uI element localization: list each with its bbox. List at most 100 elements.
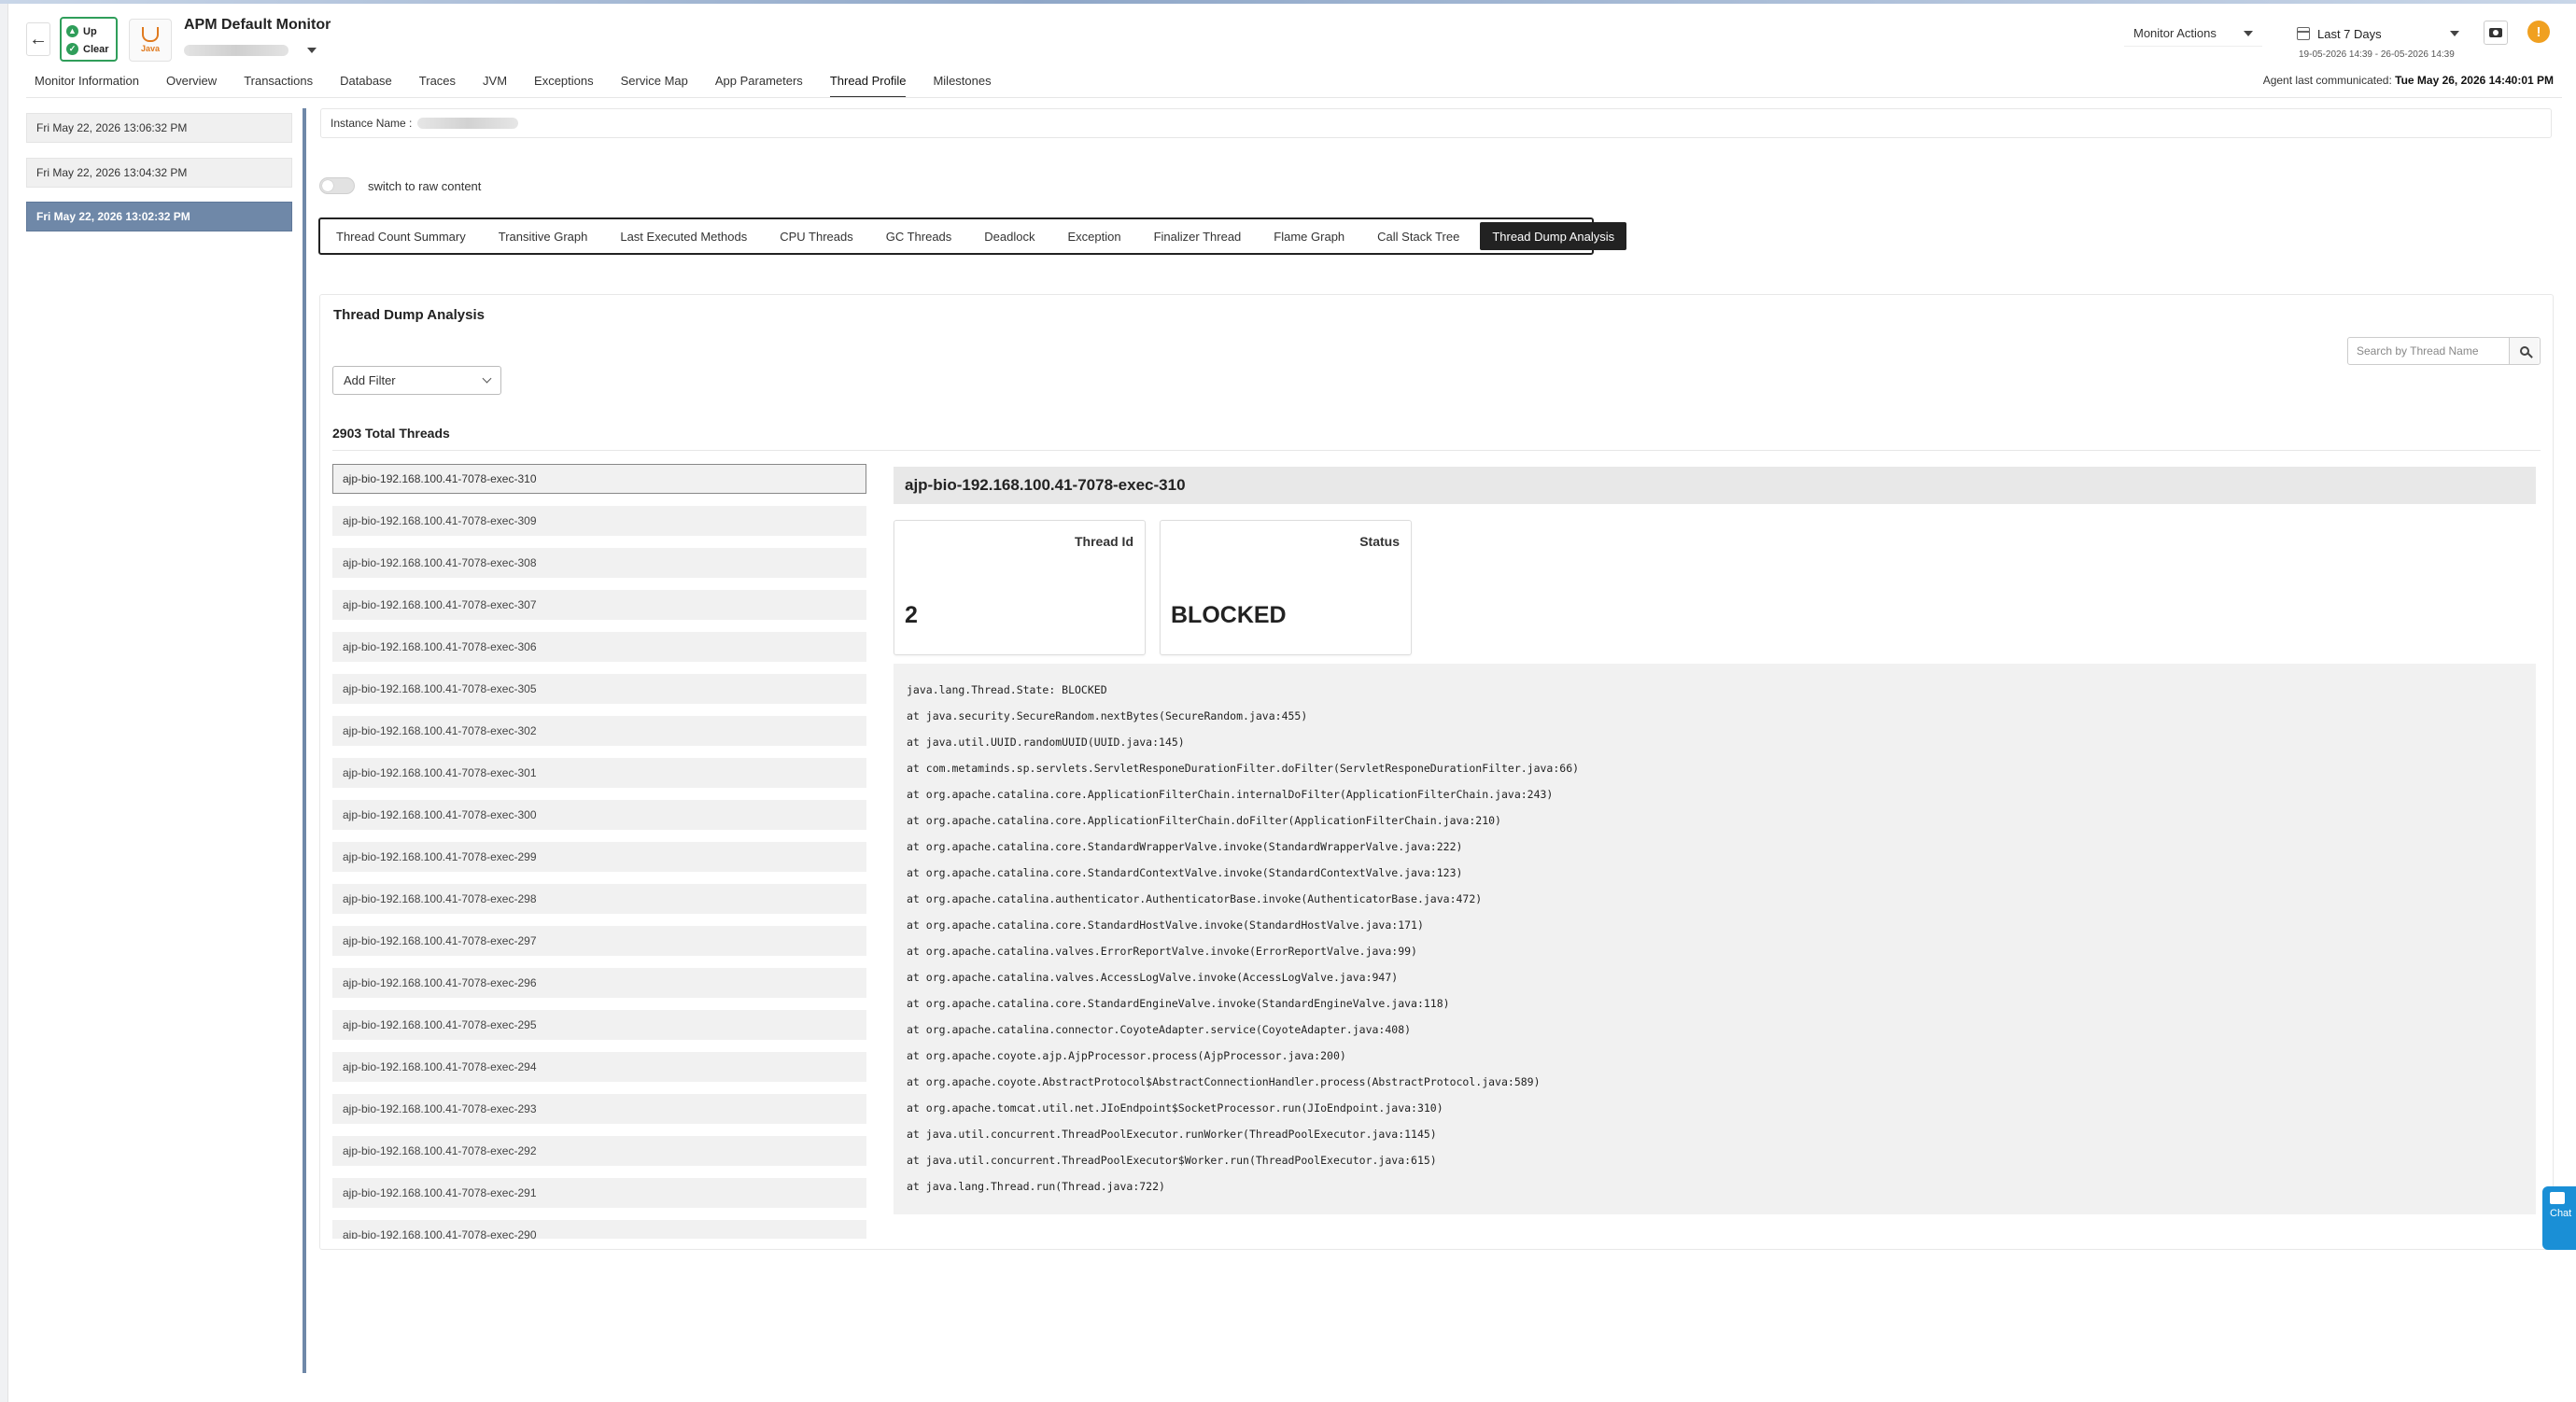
- stack-trace-line: at org.apache.catalina.authenticator.Aut…: [907, 892, 1483, 905]
- agent-last-communicated: Agent last communicated: Tue May 26, 202…: [2263, 74, 2554, 87]
- stack-trace-line: at org.apache.catalina.core.StandardWrap…: [907, 840, 1463, 853]
- nav-tab-overview[interactable]: Overview: [166, 72, 217, 98]
- status-card: Status BLOCKED: [1160, 520, 1412, 655]
- dump-item[interactable]: Fri May 22, 2026 13:04:32 PM: [26, 158, 292, 188]
- subtab-cpu-threads[interactable]: CPU Threads: [767, 222, 866, 250]
- stack-trace-line: at org.apache.tomcat.util.net.JIoEndpoin…: [907, 1101, 1443, 1115]
- subtab-call-stack-tree[interactable]: Call Stack Tree: [1365, 222, 1471, 250]
- search-button[interactable]: [2509, 338, 2539, 364]
- thread-list-item[interactable]: ajp-bio-192.168.100.41-7078-exec-300: [332, 800, 866, 830]
- status-clear-label: Clear: [83, 43, 109, 55]
- thread-list-item[interactable]: ajp-bio-192.168.100.41-7078-exec-310: [332, 464, 866, 494]
- nav-tab-transactions[interactable]: Transactions: [244, 72, 313, 98]
- raw-content-label: switch to raw content: [368, 178, 482, 193]
- subtab-last-executed-methods[interactable]: Last Executed Methods: [608, 222, 759, 250]
- thread-list-item[interactable]: ajp-bio-192.168.100.41-7078-exec-308: [332, 548, 866, 578]
- stack-trace-line: java.lang.Thread.State: BLOCKED: [907, 683, 1107, 696]
- nav-tab-traces[interactable]: Traces: [419, 72, 456, 98]
- raw-content-toggle-row: switch to raw content: [319, 177, 481, 194]
- java-logo: Java: [129, 19, 172, 62]
- thread-list-item[interactable]: ajp-bio-192.168.100.41-7078-exec-306: [332, 632, 866, 662]
- raw-content-toggle[interactable]: [319, 177, 355, 194]
- status-value: BLOCKED: [1171, 602, 1287, 628]
- thread-list-item[interactable]: ajp-bio-192.168.100.41-7078-exec-290: [332, 1220, 866, 1239]
- chat-widget[interactable]: Chat: [2542, 1186, 2576, 1250]
- thread-list-item[interactable]: ajp-bio-192.168.100.41-7078-exec-307: [332, 590, 866, 620]
- thread-search: [2347, 337, 2541, 365]
- check-icon: ✓: [66, 43, 78, 55]
- stack-trace-line: at java.lang.Thread.run(Thread.java:722): [907, 1180, 1165, 1193]
- instance-label: Instance Name :: [331, 117, 413, 130]
- subtab-thread-dump-analysis[interactable]: Thread Dump Analysis: [1480, 222, 1627, 250]
- dump-item[interactable]: Fri May 22, 2026 13:02:32 PM: [26, 202, 292, 231]
- panel-divider: [303, 108, 306, 1373]
- caret-down-icon: [2450, 31, 2459, 36]
- subtab-thread-count-summary[interactable]: Thread Count Summary: [324, 222, 478, 250]
- subtab-finalizer-thread[interactable]: Finalizer Thread: [1142, 222, 1254, 250]
- thread-list-item[interactable]: ajp-bio-192.168.100.41-7078-exec-291: [332, 1178, 866, 1208]
- nav-tab-milestones[interactable]: Milestones: [933, 72, 991, 98]
- subtab-transitive-graph[interactable]: Transitive Graph: [486, 222, 600, 250]
- thread-list-item[interactable]: ajp-bio-192.168.100.41-7078-exec-295: [332, 1010, 866, 1040]
- thread-id-value: 2: [905, 602, 918, 628]
- back-arrow-icon[interactable]: ←: [26, 22, 50, 56]
- thread-list-item[interactable]: ajp-bio-192.168.100.41-7078-exec-301: [332, 758, 866, 788]
- chat-label: Chat: [2550, 1208, 2572, 1219]
- thread-list-item[interactable]: ajp-bio-192.168.100.41-7078-exec-299: [332, 842, 866, 872]
- camera-icon[interactable]: [2484, 21, 2508, 45]
- total-threads-count: 2903 Total Threads: [332, 426, 450, 441]
- thread-list-item[interactable]: ajp-bio-192.168.100.41-7078-exec-297: [332, 926, 866, 956]
- nav-tab-service-map[interactable]: Service Map: [621, 72, 688, 98]
- stack-trace-line: at org.apache.catalina.core.ApplicationF…: [907, 788, 1554, 801]
- add-filter-select[interactable]: Add Filter: [332, 366, 501, 395]
- thread-list[interactable]: ajp-bio-192.168.100.41-7078-exec-310 ajp-…: [332, 464, 868, 1239]
- agent-time: Tue May 26, 2026 14:40:01 PM: [2395, 74, 2554, 87]
- stack-trace-line: at com.metaminds.sp.servlets.ServletResp…: [907, 762, 1580, 775]
- status-label: Status: [1359, 534, 1400, 549]
- thread-list-item[interactable]: ajp-bio-192.168.100.41-7078-exec-296: [332, 968, 866, 998]
- thread-list-item[interactable]: ajp-bio-192.168.100.41-7078-exec-293: [332, 1094, 866, 1124]
- monitor-name-select[interactable]: [184, 41, 317, 60]
- nav-tab-exceptions[interactable]: Exceptions: [534, 72, 594, 98]
- agent-label: Agent last communicated:: [2262, 74, 2392, 87]
- nav-tab-monitor-information[interactable]: Monitor Information: [35, 72, 139, 98]
- chevron-down-icon: [482, 373, 492, 384]
- subtab-deadlock[interactable]: Deadlock: [972, 222, 1047, 250]
- dump-item[interactable]: Fri May 22, 2026 13:06:32 PM: [26, 113, 292, 143]
- monitor-title: APM Default Monitor: [184, 17, 331, 33]
- section-divider: [332, 450, 2541, 451]
- instance-name-field: Instance Name :: [320, 108, 2552, 138]
- date-filter-label: Last 7 Days: [2317, 26, 2382, 41]
- thread-list-item[interactable]: ajp-bio-192.168.100.41-7078-exec-292: [332, 1136, 866, 1166]
- nav-tab-thread-profile[interactable]: Thread Profile: [829, 72, 907, 98]
- caret-down-icon: [307, 48, 317, 53]
- thread-list-item[interactable]: ajp-bio-192.168.100.41-7078-exec-298: [332, 884, 866, 914]
- nav-tab-jvm[interactable]: JVM: [483, 72, 507, 98]
- monitor-status-box: ▲ Up ✓ Clear: [60, 17, 118, 62]
- stack-trace-line: at java.util.concurrent.ThreadPoolExecut…: [907, 1128, 1437, 1141]
- stack-trace-line: at org.apache.catalina.core.StandardCont…: [907, 866, 1463, 879]
- stack-trace-line: at org.apache.coyote.AbstractProtocol$Ab…: [907, 1075, 1541, 1088]
- stack-trace-line: at org.apache.catalina.core.StandardHost…: [907, 918, 1424, 932]
- thread-list-item[interactable]: ajp-bio-192.168.100.41-7078-exec-302: [332, 716, 866, 746]
- thread-search-input[interactable]: [2348, 338, 2509, 364]
- subtab-flame-graph[interactable]: Flame Graph: [1261, 222, 1357, 250]
- stack-trace-line: at java.security.SecureRandom.nextBytes(…: [907, 709, 1308, 722]
- monitor-actions-select[interactable]: Monitor Actions: [2124, 21, 2262, 47]
- calendar-icon: [2297, 27, 2310, 40]
- date-filter-select[interactable]: Last 7 Days: [2291, 21, 2467, 47]
- subtab-exception[interactable]: Exception: [1056, 222, 1133, 250]
- caret-down-icon: [2244, 30, 2253, 36]
- thread-list-item[interactable]: ajp-bio-192.168.100.41-7078-exec-309: [332, 506, 866, 536]
- subtab-gc-threads[interactable]: GC Threads: [874, 222, 964, 250]
- nav-tab-app-parameters[interactable]: App Parameters: [715, 72, 803, 98]
- alert-icon[interactable]: !: [2527, 21, 2550, 43]
- status-up-label: Up: [83, 25, 97, 37]
- nav-divider: [26, 97, 2562, 98]
- thread-list-item[interactable]: ajp-bio-192.168.100.41-7078-exec-305: [332, 674, 866, 704]
- monitor-actions-label: Monitor Actions: [2133, 26, 2217, 40]
- nav-tab-database[interactable]: Database: [340, 72, 392, 98]
- stack-trace-line: at org.apache.catalina.connector.CoyoteA…: [907, 1023, 1412, 1036]
- thread-profile-subtabs: Thread Count Summary Transitive Graph Last…: [318, 217, 1627, 255]
- thread-list-item[interactable]: ajp-bio-192.168.100.41-7078-exec-294: [332, 1052, 866, 1082]
